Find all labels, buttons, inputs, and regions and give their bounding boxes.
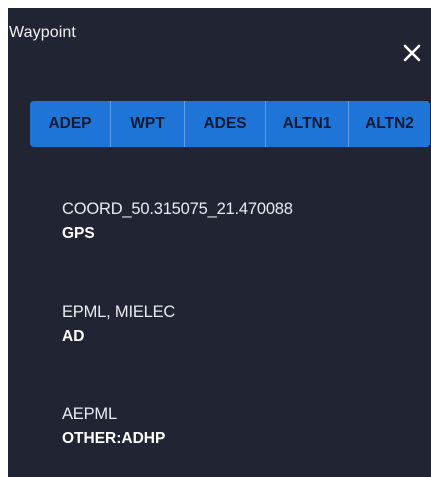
tab-altn2[interactable]: ALTN2 [348,101,430,147]
waypoint-name: COORD_50.315075_21.470088 [62,200,293,218]
tab-adep[interactable]: ADEP [30,101,110,147]
tab-altn1[interactable]: ALTN1 [265,101,348,147]
waypoint-item-ad[interactable]: EPML, MIELEC AD [62,303,175,346]
waypoint-type: GPS [62,225,95,242]
dialog-title: Waypoint [9,24,76,41]
close-icon [403,44,421,62]
waypoint-item-other[interactable]: AEPML OTHER:ADHP [62,405,165,448]
close-button[interactable] [400,41,424,65]
tab-ades[interactable]: ADES [184,101,265,147]
waypoint-dialog: Waypoint ADEP WPT ADES ALTN1 ALTN2 COORD… [8,8,431,477]
tab-wpt[interactable]: WPT [110,101,184,147]
waypoint-role-tabs: ADEP WPT ADES ALTN1 ALTN2 [30,101,430,147]
waypoint-type: OTHER:ADHP [62,430,166,447]
waypoint-type: AD [62,328,85,345]
waypoint-name: EPML, MIELEC [62,303,176,321]
waypoint-name: AEPML [62,405,117,423]
waypoint-item-gps[interactable]: COORD_50.315075_21.470088 GPS [62,200,293,243]
